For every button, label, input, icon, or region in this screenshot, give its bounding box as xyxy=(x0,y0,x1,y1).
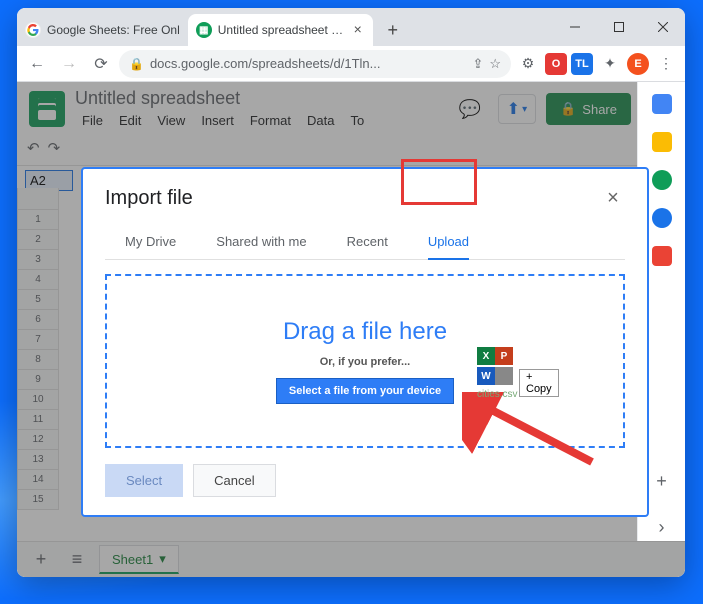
tab-recent[interactable]: Recent xyxy=(327,224,408,259)
keep-addon-icon[interactable] xyxy=(652,132,672,152)
maps-addon-icon[interactable] xyxy=(652,246,672,266)
google-favicon xyxy=(25,22,41,38)
dropzone-heading: Drag a file here xyxy=(283,318,447,346)
tab-title: Untitled spreadsheet - G xyxy=(218,23,345,37)
contacts-addon-icon[interactable] xyxy=(652,208,672,228)
dialog-title: Import file xyxy=(105,187,193,210)
cancel-button[interactable]: Cancel xyxy=(193,464,275,497)
get-addons-button[interactable]: + xyxy=(648,467,676,495)
browser-menu-icon[interactable]: ⋮ xyxy=(653,51,679,77)
tl-extension-icon[interactable]: TL xyxy=(571,53,593,75)
minimize-button[interactable] xyxy=(553,8,597,46)
forward-button[interactable]: → xyxy=(55,50,83,78)
profile-avatar[interactable]: E xyxy=(627,53,649,75)
address-bar: ← → ⟳ 🔒 docs.google.com/spreadsheets/d/1… xyxy=(17,46,685,82)
dropzone-subtext: Or, if you prefer... xyxy=(320,356,410,368)
tab-title: Google Sheets: Free Onl xyxy=(47,23,180,37)
browser-tab-1[interactable]: Google Sheets: Free Onl xyxy=(17,14,188,46)
file-type-icon: XP W xyxy=(477,347,517,387)
back-button[interactable]: ← xyxy=(23,50,51,78)
app-viewport: Untitled spreadsheet File Edit View Inse… xyxy=(17,82,685,577)
tasks-addon-icon[interactable] xyxy=(652,170,672,190)
lock-icon: 🔒 xyxy=(129,57,144,71)
dialog-tabs: My Drive Shared with me Recent Upload xyxy=(105,224,625,260)
browser-window: Google Sheets: Free Onl ▦ Untitled sprea… xyxy=(17,8,685,577)
bookmark-icon[interactable]: ☆ xyxy=(489,56,501,72)
extension-settings-icon[interactable]: ⚙ xyxy=(515,51,541,77)
tab-shared-with-me[interactable]: Shared with me xyxy=(196,224,326,259)
window-controls xyxy=(553,8,685,46)
url-text: docs.google.com/spreadsheets/d/1Tln... xyxy=(150,56,466,71)
new-tab-button[interactable]: + xyxy=(379,16,407,44)
hide-sidepanel-button[interactable]: › xyxy=(648,513,676,541)
browser-tab-2-active[interactable]: ▦ Untitled spreadsheet - G × xyxy=(188,14,373,46)
ublock-extension-icon[interactable]: O xyxy=(545,53,567,75)
close-tab-icon[interactable]: × xyxy=(351,23,365,37)
sheets-favicon: ▦ xyxy=(196,22,212,38)
dragged-file-name: cities.csv xyxy=(477,389,518,400)
url-input[interactable]: 🔒 docs.google.com/spreadsheets/d/1Tln...… xyxy=(119,50,511,78)
annotation-arrow xyxy=(462,392,602,472)
extensions-puzzle-icon[interactable]: ✦ xyxy=(597,51,623,77)
tab-my-drive[interactable]: My Drive xyxy=(105,224,196,259)
reload-button[interactable]: ⟳ xyxy=(87,50,115,78)
tab-upload[interactable]: Upload xyxy=(408,224,489,259)
calendar-addon-icon[interactable] xyxy=(652,94,672,114)
browser-titlebar: Google Sheets: Free Onl ▦ Untitled sprea… xyxy=(17,8,685,46)
select-button[interactable]: Select xyxy=(105,464,183,497)
copy-tooltip: + Copy xyxy=(519,369,559,397)
close-dialog-button[interactable]: × xyxy=(601,187,625,210)
select-file-button[interactable]: Select a file from your device xyxy=(276,378,454,404)
maximize-button[interactable] xyxy=(597,8,641,46)
share-url-icon[interactable]: ⇪ xyxy=(472,56,483,72)
close-window-button[interactable] xyxy=(641,8,685,46)
